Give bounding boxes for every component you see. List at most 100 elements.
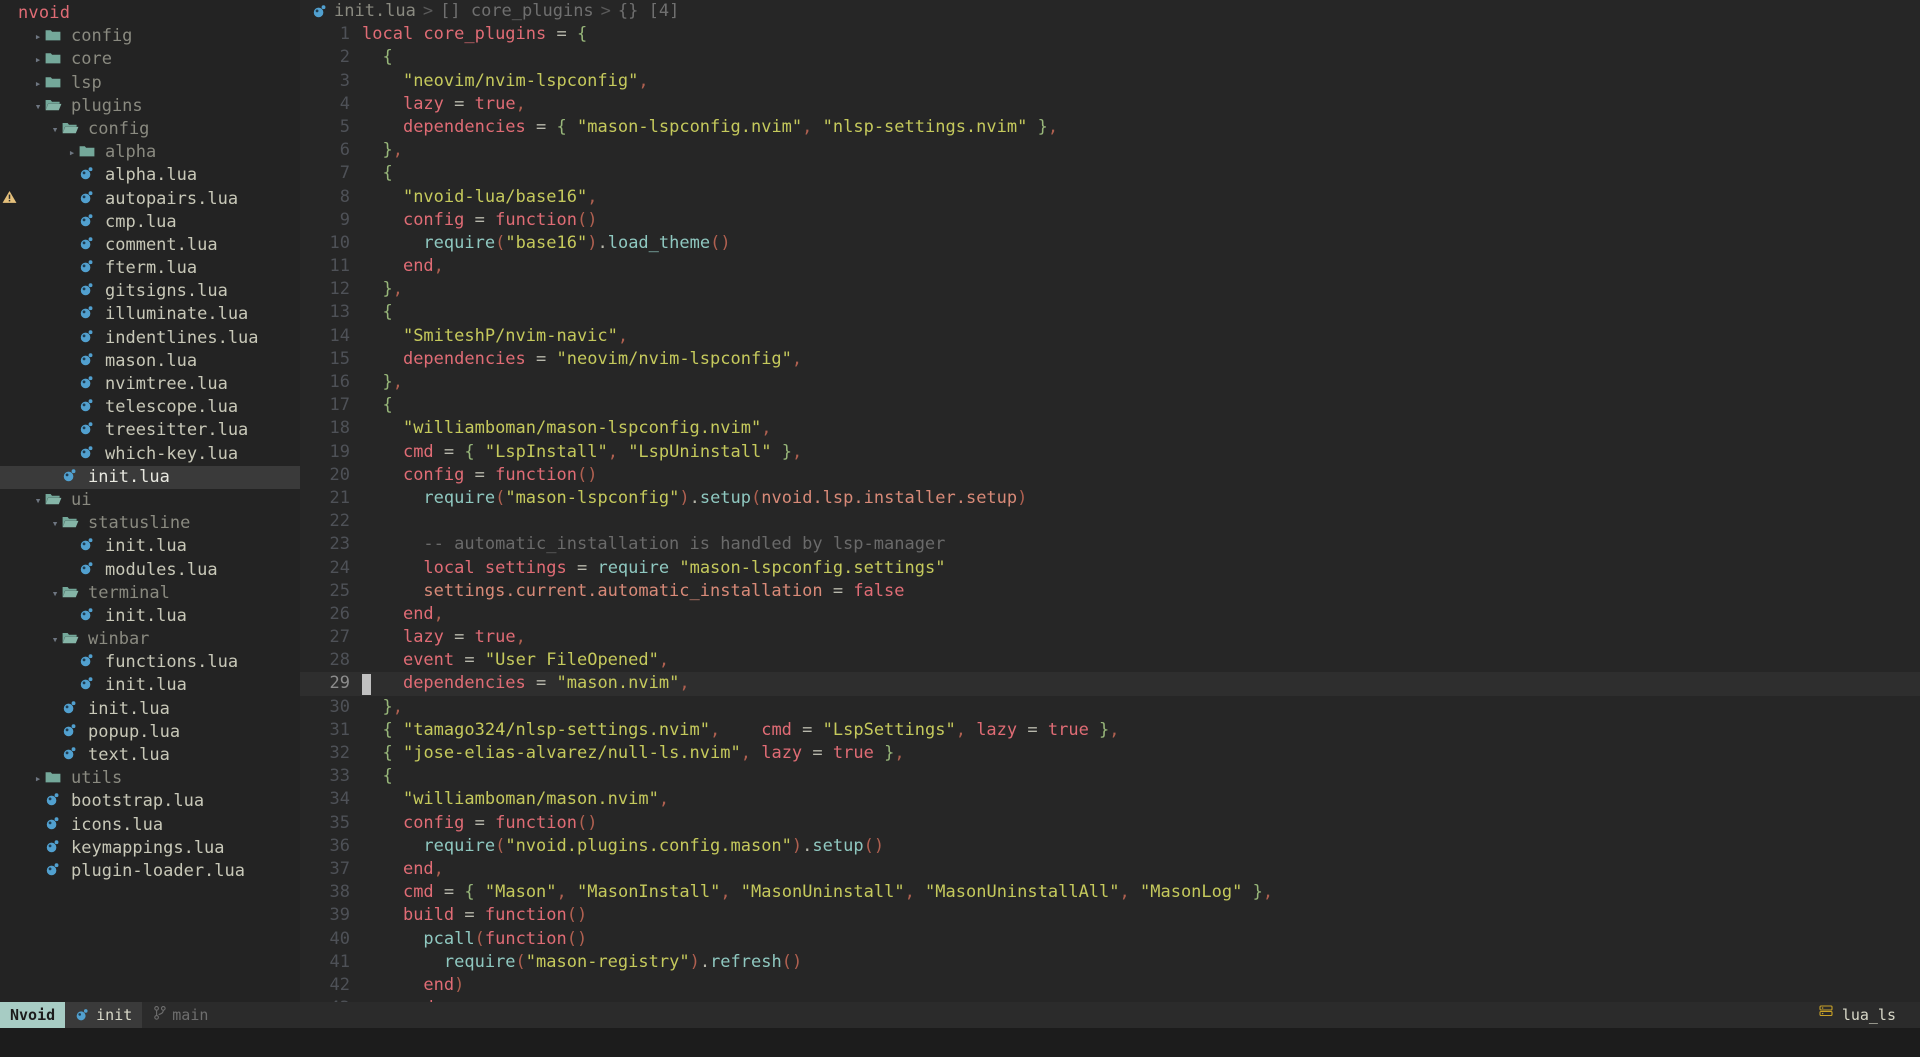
code-line-12[interactable]: 12 }, bbox=[300, 278, 1920, 301]
tree-dir-plugins[interactable]: ▾ plugins bbox=[0, 95, 300, 118]
code-line-21[interactable]: 21 require("mason-lspconfig").setup(nvoi… bbox=[300, 487, 1920, 510]
code-line-36[interactable]: 36 require("nvoid.plugins.config.mason")… bbox=[300, 835, 1920, 858]
code-line-40[interactable]: 40 pcall(function() bbox=[300, 928, 1920, 951]
tree-root-label[interactable]: nvoid bbox=[0, 2, 300, 25]
code-line-6[interactable]: 6 }, bbox=[300, 139, 1920, 162]
chevron-down-icon[interactable]: ▾ bbox=[48, 512, 62, 535]
code-line-42[interactable]: 42 end) bbox=[300, 974, 1920, 997]
tree-file-gitsigns-lua[interactable]: gitsigns.lua bbox=[0, 280, 300, 303]
code-line-19[interactable]: 19 cmd = { "LspInstall", "LspUninstall" … bbox=[300, 441, 1920, 464]
code-line-24[interactable]: 24 local settings = require "mason-lspco… bbox=[300, 557, 1920, 580]
chevron-down-icon[interactable]: ▾ bbox=[31, 95, 45, 118]
tree-file-modules-lua[interactable]: modules.lua bbox=[0, 559, 300, 582]
code-line-35[interactable]: 35 config = function() bbox=[300, 812, 1920, 835]
code-line-14[interactable]: 14 "SmiteshP/nvim-navic", bbox=[300, 325, 1920, 348]
breadcrumb-symbol-core-plugins[interactable]: [] core_plugins bbox=[440, 0, 594, 23]
code-line-5[interactable]: 5 dependencies = { "mason-lspconfig.nvim… bbox=[300, 116, 1920, 139]
tree-dir-alpha[interactable]: ▸ alpha bbox=[0, 141, 300, 164]
tree-file-text-lua[interactable]: text.lua bbox=[0, 744, 300, 767]
code-line-16[interactable]: 16 }, bbox=[300, 371, 1920, 394]
status-git-branch[interactable]: main bbox=[142, 1006, 220, 1024]
code-line-2[interactable]: 2 { bbox=[300, 46, 1920, 69]
code-line-41[interactable]: 41 require("mason-registry").refresh() bbox=[300, 951, 1920, 974]
code-line-4[interactable]: 4 lazy = true, bbox=[300, 93, 1920, 116]
tree-file-mason-lua[interactable]: mason.lua bbox=[0, 350, 300, 373]
chevron-right-icon[interactable]: ▸ bbox=[31, 48, 45, 71]
code-line-17[interactable]: 17 { bbox=[300, 394, 1920, 417]
chevron-down-icon[interactable]: ▾ bbox=[48, 118, 62, 141]
tree-file-telescope-lua[interactable]: telescope.lua bbox=[0, 396, 300, 419]
code-line-9[interactable]: 9 config = function() bbox=[300, 209, 1920, 232]
tree-file-autopairs-lua[interactable]: autopairs.lua bbox=[0, 188, 300, 211]
code-line-29[interactable]: 29 dependencies = "mason.nvim", bbox=[300, 672, 1920, 696]
tree-dir-winbar[interactable]: ▾ winbar bbox=[0, 628, 300, 651]
tree-file-comment-lua[interactable]: comment.lua bbox=[0, 234, 300, 257]
tree-dir-terminal[interactable]: ▾ terminal bbox=[0, 582, 300, 605]
tree-file-indentlines-lua[interactable]: indentlines.lua bbox=[0, 327, 300, 350]
code-line-39[interactable]: 39 build = function() bbox=[300, 904, 1920, 927]
code-line-32[interactable]: 32 { "jose-elias-alvarez/null-ls.nvim", … bbox=[300, 742, 1920, 765]
code-line-26[interactable]: 26 end, bbox=[300, 603, 1920, 626]
tree-file-which-key-lua[interactable]: which-key.lua bbox=[0, 443, 300, 466]
tree-file-init-lua[interactable]: init.lua bbox=[0, 465, 300, 489]
code-line-38[interactable]: 38 cmd = { "Mason", "MasonInstall", "Mas… bbox=[300, 881, 1920, 904]
code-line-15[interactable]: 15 dependencies = "neovim/nvim-lspconfig… bbox=[300, 348, 1920, 371]
code-line-31[interactable]: 31 { "tamago324/nlsp-settings.nvim", cmd… bbox=[300, 719, 1920, 742]
code-editor[interactable]: init.lua > [] core_plugins > {} [4] 1 loc… bbox=[300, 0, 1920, 1002]
code-line-20[interactable]: 20 config = function() bbox=[300, 464, 1920, 487]
code-line-34[interactable]: 34 "williamboman/mason.nvim", bbox=[300, 788, 1920, 811]
breadcrumb-symbol-index[interactable]: {} [4] bbox=[618, 0, 679, 23]
code-line-33[interactable]: 33 { bbox=[300, 765, 1920, 788]
tree-file-fterm-lua[interactable]: fterm.lua bbox=[0, 257, 300, 280]
code-line-3[interactable]: 3 "neovim/nvim-lspconfig", bbox=[300, 70, 1920, 93]
code-line-28[interactable]: 28 event = "User FileOpened", bbox=[300, 649, 1920, 672]
code-line-18[interactable]: 18 "williamboman/mason-lspconfig.nvim", bbox=[300, 417, 1920, 440]
tree-file-icons-lua[interactable]: icons.lua bbox=[0, 814, 300, 837]
tree-dir-lsp[interactable]: ▸ lsp bbox=[0, 72, 300, 95]
tree-file-illuminate-lua[interactable]: illuminate.lua bbox=[0, 303, 300, 326]
chevron-right-icon[interactable]: ▸ bbox=[31, 72, 45, 95]
tree-file-functions-lua[interactable]: functions.lua bbox=[0, 651, 300, 674]
tree-dir-core[interactable]: ▸ core bbox=[0, 48, 300, 71]
tree-file-init-lua[interactable]: init.lua bbox=[0, 535, 300, 558]
breadcrumb[interactable]: init.lua > [] core_plugins > {} [4] bbox=[300, 0, 1920, 23]
status-lsp[interactable]: lua_ls bbox=[1819, 1005, 1920, 1024]
tree-dir-config[interactable]: ▸ config bbox=[0, 25, 300, 48]
chevron-right-icon[interactable]: ▸ bbox=[31, 25, 45, 48]
tree-file-keymappings-lua[interactable]: keymappings.lua bbox=[0, 837, 300, 860]
tree-file-nvimtree-lua[interactable]: nvimtree.lua bbox=[0, 373, 300, 396]
tree-file-cmp-lua[interactable]: cmp.lua bbox=[0, 211, 300, 234]
code-line-43[interactable]: 43 end, bbox=[300, 997, 1920, 1001]
tree-dir-statusline[interactable]: ▾ statusline bbox=[0, 512, 300, 535]
tree-dir-utils[interactable]: ▸ utils bbox=[0, 767, 300, 790]
code-line-13[interactable]: 13 { bbox=[300, 301, 1920, 324]
tree-file-init-lua[interactable]: init.lua bbox=[0, 698, 300, 721]
tree-dir-config[interactable]: ▾ config bbox=[0, 118, 300, 141]
tree-dir-ui[interactable]: ▾ ui bbox=[0, 489, 300, 512]
code-line-23[interactable]: 23 -- automatic_installation is handled … bbox=[300, 533, 1920, 556]
code-line-7[interactable]: 7 { bbox=[300, 162, 1920, 185]
status-filename[interactable]: init bbox=[65, 1001, 143, 1028]
breadcrumb-file[interactable]: init.lua bbox=[334, 0, 416, 23]
code-line-25[interactable]: 25 settings.current.automatic_installati… bbox=[300, 580, 1920, 603]
file-tree-list[interactable]: ▸ config ▸ core ▸ lsp ▾ plugins ▾ config ▸ alpha al… bbox=[0, 25, 300, 883]
chevron-right-icon[interactable]: ▸ bbox=[31, 767, 45, 790]
code-line-10[interactable]: 10 require("base16").load_theme() bbox=[300, 232, 1920, 255]
code-line-37[interactable]: 37 end, bbox=[300, 858, 1920, 881]
tree-file-bootstrap-lua[interactable]: bootstrap.lua bbox=[0, 790, 300, 813]
file-explorer-sidebar[interactable]: nvoid ▸ config ▸ core ▸ lsp ▾ plugins ▾ config ▸ al… bbox=[0, 0, 300, 1002]
code-line-27[interactable]: 27 lazy = true, bbox=[300, 626, 1920, 649]
chevron-down-icon[interactable]: ▾ bbox=[48, 582, 62, 605]
code-line-1[interactable]: 1 local core_plugins = { bbox=[300, 23, 1920, 46]
tree-file-plugin-loader-lua[interactable]: plugin-loader.lua bbox=[0, 860, 300, 883]
tree-file-init-lua[interactable]: init.lua bbox=[0, 605, 300, 628]
tree-file-alpha-lua[interactable]: alpha.lua bbox=[0, 164, 300, 187]
code-line-8[interactable]: 8 "nvoid-lua/base16", bbox=[300, 186, 1920, 209]
code-line-11[interactable]: 11 end, bbox=[300, 255, 1920, 278]
code-line-30[interactable]: 30 }, bbox=[300, 696, 1920, 719]
tree-file-popup-lua[interactable]: popup.lua bbox=[0, 721, 300, 744]
tree-file-init-lua[interactable]: init.lua bbox=[0, 674, 300, 697]
code-line-22[interactable]: 22 bbox=[300, 510, 1920, 533]
tree-file-treesitter-lua[interactable]: treesitter.lua bbox=[0, 419, 300, 442]
chevron-down-icon[interactable]: ▾ bbox=[48, 628, 62, 651]
